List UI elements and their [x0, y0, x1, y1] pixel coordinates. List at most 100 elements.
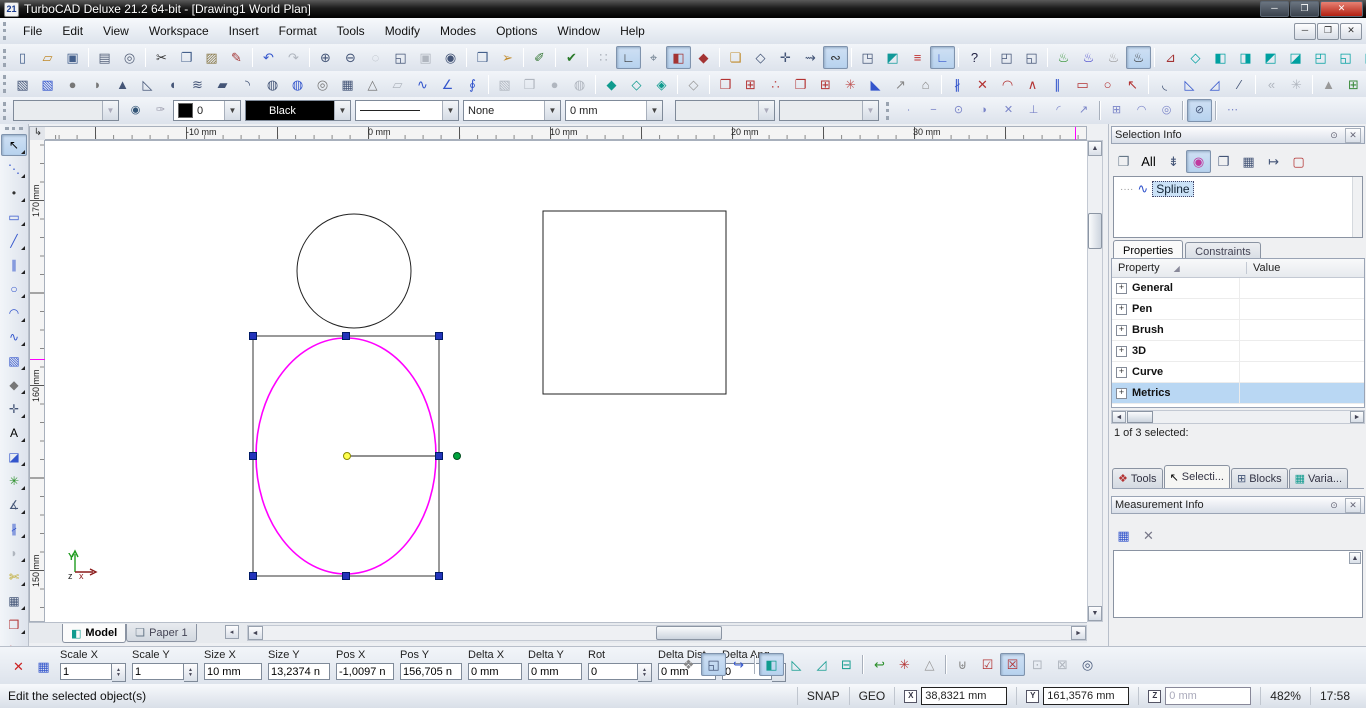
dock-tab-varia[interactable]: ▦ Varia... — [1288, 468, 1349, 488]
extra-combo-1[interactable]: ▼ — [675, 100, 775, 121]
si-select-frame-icon[interactable]: ▢ — [1286, 150, 1311, 173]
stamp-tool-icon[interactable]: ▲ — [1316, 73, 1341, 96]
value-column-header[interactable]: Value — [1247, 262, 1280, 274]
zoom-level[interactable]: 482% — [1260, 687, 1310, 705]
layer-stack-icon[interactable]: △ — [917, 653, 942, 676]
box-gray-icon[interactable]: ▧ — [492, 73, 517, 96]
snap-aperture-icon[interactable]: ◎ — [1154, 99, 1179, 122]
measurement-list[interactable]: ▲ — [1113, 550, 1363, 618]
menu-workspace[interactable]: Workspace — [139, 21, 219, 41]
meet-lines-icon[interactable]: ∧ — [1020, 73, 1045, 96]
style-pen-icon[interactable]: ✐ — [527, 46, 552, 69]
snap-quadrant-icon[interactable]: ◑ — [971, 99, 996, 122]
copy-mirror-icon[interactable]: ❐ — [788, 73, 813, 96]
cone-icon[interactable]: ▲ — [110, 73, 135, 96]
send-file-icon[interactable]: ➢ — [495, 46, 520, 69]
tab-properties[interactable]: Properties — [1113, 240, 1184, 260]
tree-item-spline[interactable]: ···· ∿ Spline — [1114, 177, 1362, 197]
grid-snap-icon[interactable]: ∷ — [591, 46, 616, 69]
zoom-out-icon[interactable]: ⊖ — [338, 46, 363, 69]
context-help-icon[interactable]: ? — [962, 46, 987, 69]
horizontal-scroll-thumb[interactable] — [655, 626, 722, 640]
spline-icon[interactable]: ∿ — [1, 326, 27, 348]
property-row-general[interactable]: + General — [1112, 278, 1364, 299]
vector-copy-icon[interactable]: ◣ — [863, 73, 888, 96]
dock-tab-blocks[interactable]: ⊞ Blocks — [1230, 468, 1288, 488]
layer-combo[interactable]: 0 ▼ — [173, 100, 241, 121]
menu-format[interactable]: Format — [269, 21, 327, 41]
y-coordinate-field[interactable]: 161,3576 mm — [1043, 687, 1130, 705]
pen-width-combo[interactable]: 0 mm ▼ — [565, 100, 663, 121]
select-icon[interactable]: ↖ — [1, 134, 27, 156]
render-normal-icon[interactable]: ♨ — [1076, 46, 1101, 69]
expand-icon[interactable]: + — [1116, 345, 1127, 357]
snap-midpoint-icon[interactable]: − — [921, 99, 946, 122]
selection-tree[interactable]: ···· ∿ Spline — [1113, 176, 1363, 238]
cylinder-cut-icon[interactable]: ◖ — [160, 73, 185, 96]
symmetry-icon[interactable]: ✳ — [1, 470, 27, 492]
pyramid-icon[interactable]: △ — [360, 73, 385, 96]
stretch-icon[interactable]: ↗ — [888, 73, 913, 96]
view-ne-icon[interactable]: ◱ — [1333, 46, 1358, 69]
spinner[interactable]: ▲▼ — [112, 663, 126, 682]
hatch-trim-icon[interactable]: ∦ — [1, 518, 27, 540]
scroll-down-arrow[interactable]: ▼ — [1088, 606, 1102, 621]
angle-reference-icon[interactable]: ∟ — [930, 46, 955, 69]
print-icon[interactable]: ▤ — [92, 46, 117, 69]
snap-nearest-icon[interactable]: ↗ — [1071, 99, 1096, 122]
dock-tab-selecti[interactable]: ↖ Selecti... — [1163, 465, 1230, 488]
snap-vertex-icon[interactable]: ∙ — [896, 99, 921, 122]
view-right-icon[interactable]: ◰ — [1308, 46, 1333, 69]
si-select-all-icon[interactable]: All — [1136, 150, 1161, 173]
horizontal-ruler[interactable]: -10 mm 0 mm 10 mm 20 mm 30 mm — [45, 126, 1087, 141]
color-match-icon[interactable]: ≡ — [905, 46, 930, 69]
array-radial-icon[interactable]: ✳ — [838, 73, 863, 96]
sphere-icon[interactable]: ● — [60, 73, 85, 96]
box-3d-icon[interactable]: ▧ — [10, 73, 35, 96]
cube-view-icon[interactable]: ◇ — [748, 46, 773, 69]
pick-3d-icon[interactable]: ◧ — [666, 46, 691, 69]
boxes-gray-icon[interactable]: ❒ — [517, 73, 542, 96]
mesh-icon[interactable]: ▦ — [335, 73, 360, 96]
pen-color-combo[interactable]: Black ▼ — [245, 100, 351, 121]
snap-tangent-icon[interactable]: ◜ — [1046, 99, 1071, 122]
select-mode-save-icon[interactable]: ◱ — [1019, 46, 1044, 69]
selection-handle[interactable] — [435, 572, 443, 580]
spinner[interactable]: ▲▼ — [638, 663, 652, 682]
line-style-combo[interactable]: ▼ — [355, 100, 459, 121]
snap-grid-icon[interactable]: ⊞ — [1104, 99, 1129, 122]
menu-grip[interactable] — [3, 22, 9, 40]
multi-trim-icon[interactable]: « — [1259, 73, 1284, 96]
array-grid-icon[interactable]: ⊞ — [813, 73, 838, 96]
redo-icon[interactable]: ↷ — [281, 46, 306, 69]
property-row-pen[interactable]: + Pen — [1112, 299, 1364, 320]
new-icon[interactable]: ▯ — [10, 46, 35, 69]
selection-handle[interactable] — [249, 332, 257, 340]
undo-selection-icon[interactable]: ↩ — [867, 653, 892, 676]
helix-3d-icon[interactable]: ∮ — [460, 73, 485, 96]
material-editor-icon[interactable]: ◆ — [691, 46, 716, 69]
cylinder-edit-icon[interactable]: ◍ — [285, 73, 310, 96]
selection-handle[interactable] — [249, 452, 257, 460]
pin-icon[interactable]: ⊙ — [1326, 128, 1342, 143]
mi-delete-icon[interactable]: ✕ — [1136, 524, 1161, 547]
ortho-fill-icon[interactable]: ◧ — [759, 653, 784, 676]
knife-icon[interactable]: ✄ — [1, 566, 27, 588]
no-snap-icon[interactable]: ⊘ — [1187, 99, 1212, 122]
expand-icon[interactable]: + — [1116, 282, 1127, 294]
field-input[interactable] — [468, 663, 522, 680]
snap-options-icon[interactable]: ⋯ — [1220, 99, 1245, 122]
extrude-icon[interactable]: ≋ — [185, 73, 210, 96]
selection-handle[interactable] — [342, 332, 350, 340]
menu-window[interactable]: Window — [547, 21, 610, 41]
view-front-icon[interactable]: ◨ — [1233, 46, 1258, 69]
doc-restore-button[interactable]: ❐ — [1317, 22, 1339, 40]
fence-select-icon[interactable]: ◱ — [701, 653, 726, 676]
vertical-scrollbar[interactable]: ▲ ▼ — [1087, 140, 1103, 622]
render-quality-icon[interactable]: ♨ — [1101, 46, 1126, 69]
visibility-eye-icon[interactable]: ◉ — [123, 99, 148, 122]
minimize-button[interactable]: ─ — [1260, 1, 1289, 17]
facet-edit-icon[interactable]: ◇ — [681, 73, 706, 96]
array-polar-icon[interactable]: ∴ — [763, 73, 788, 96]
field-input[interactable] — [528, 663, 582, 680]
